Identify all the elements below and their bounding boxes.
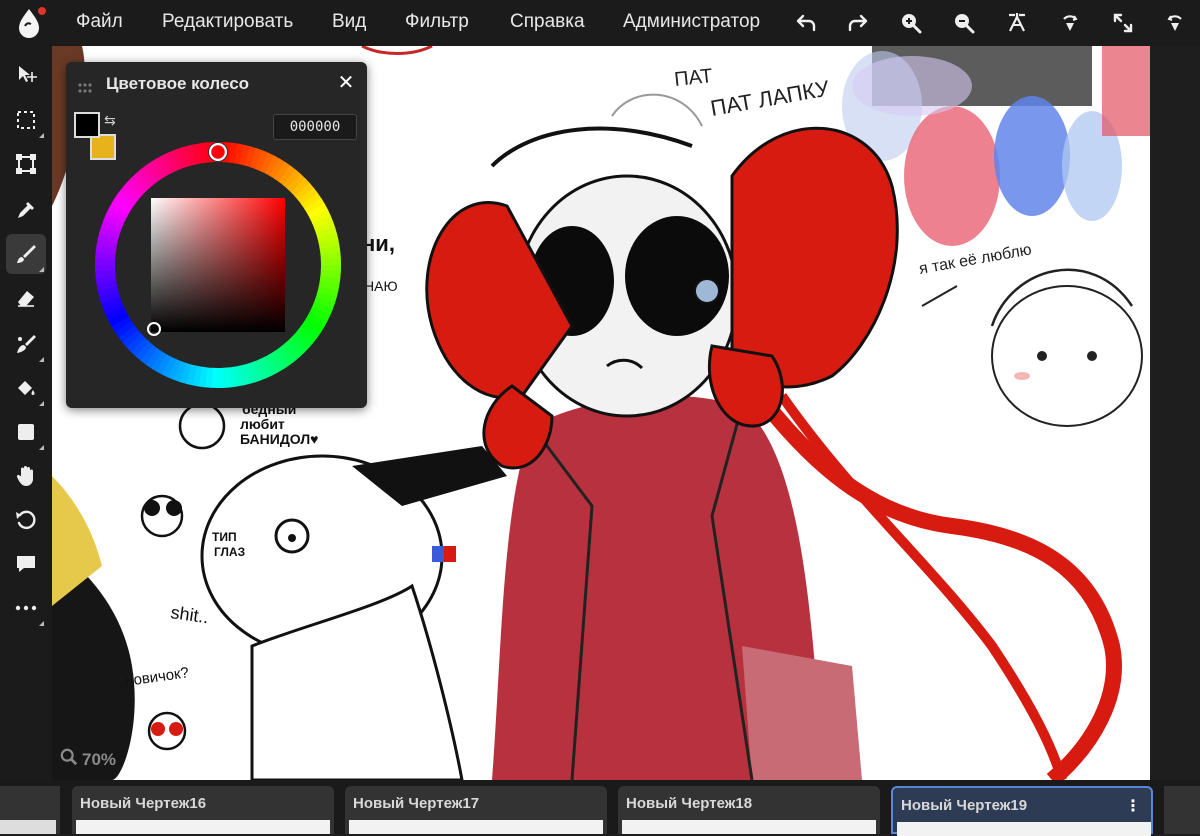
hand-rotate-icon[interactable] [1055, 8, 1085, 38]
tab-thumbnail [349, 820, 603, 834]
transform-icon[interactable] [6, 144, 46, 184]
redo-icon[interactable] [843, 8, 873, 38]
tab-thumbnail [622, 820, 876, 834]
menu-filter[interactable]: Фильтр [405, 0, 469, 46]
color-wheel[interactable] [90, 137, 346, 393]
close-icon[interactable]: ✕ [335, 72, 357, 94]
menu-edit[interactable]: Редактировать [162, 0, 293, 46]
zoom-level: 70% [82, 749, 117, 769]
menu-view[interactable]: Вид [332, 0, 366, 46]
tab-drawing-18[interactable]: Новый Чертеж18 [618, 786, 880, 834]
tab-menu-icon[interactable]: ⋮ [1125, 796, 1141, 816]
canvas-text-pat-lapku: ПАТ ЛАПКУ [709, 75, 833, 121]
selection-icon[interactable] [6, 100, 46, 140]
tab-label: Новый Чертеж18 [626, 795, 753, 812]
canvas-text-novichok: новичок? [124, 664, 190, 690]
hand-icon[interactable] [6, 456, 46, 496]
canvas-text-lyubit: любит [240, 416, 285, 432]
rotate-icon[interactable] [6, 500, 46, 540]
canvas-text-shit: shit.. [169, 602, 209, 627]
sketch-face-right [991, 285, 1143, 427]
menu-help[interactable]: Справка [510, 0, 585, 46]
canvas-text-ya-tak: я так её люблю [918, 241, 1033, 278]
shape-icon[interactable] [6, 412, 46, 452]
canvas-text-glaz: ГЛАЗ [214, 545, 245, 559]
tab-label: Новый Чертеж17 [353, 795, 480, 812]
color-wheel-panel: Цветовое колесо ✕ ⇆ 000000 [66, 62, 367, 408]
app-logo-icon[interactable] [12, 6, 46, 40]
canvas-text-pat: ПАТ [673, 65, 713, 91]
canvas-text-banidol: БАНИДОЛ♥ [240, 431, 318, 447]
canvas-text-nayu: НАЮ [364, 278, 398, 294]
menu-admin[interactable]: Администратор [623, 0, 760, 46]
zoom-out-icon[interactable] [949, 8, 979, 38]
menu-bar: Файл Редактировать Вид Фильтр Справка Ад… [0, 0, 1200, 46]
zoom-in-icon[interactable] [896, 8, 926, 38]
tab-thumbnail [76, 820, 330, 834]
left-toolbar [0, 46, 52, 834]
tab-label: Новый Чертеж16 [80, 795, 207, 812]
canvas-right-margin [1150, 46, 1200, 780]
tab-drawing-19[interactable]: Новый Чертеж19 ⋮ [891, 786, 1153, 836]
canvas-text-tip: ТИП [212, 530, 237, 544]
more-icon[interactable] [6, 588, 46, 628]
tab-label: Новый Чертеж19 [901, 797, 1028, 814]
rotate-view-icon[interactable] [1160, 8, 1190, 38]
eyedropper-icon[interactable] [6, 190, 46, 230]
undo-icon[interactable] [791, 8, 821, 38]
eraser-icon[interactable] [6, 278, 46, 318]
red-bow-right [730, 126, 899, 389]
tab-drawing-17[interactable]: Новый Чертеж17 [345, 786, 607, 834]
foreground-color-swatch[interactable] [74, 112, 100, 138]
tab-drawing-16[interactable]: Новый Чертеж16 [72, 786, 334, 834]
document-tabs: Новый Чертеж16 Новый Чертеж17 Новый Черт… [0, 780, 1200, 836]
menu-file[interactable]: Файл [76, 0, 123, 46]
tab-partial-left[interactable] [0, 786, 60, 834]
move-icon[interactable] [6, 54, 46, 94]
panel-title: Цветовое колесо [106, 74, 250, 93]
crop-icon[interactable] [1002, 8, 1032, 38]
swap-colors-icon[interactable]: ⇆ [104, 112, 116, 129]
fullscreen-icon[interactable] [1108, 8, 1138, 38]
comment-icon[interactable] [6, 544, 46, 584]
tab-partial-right[interactable] [1164, 786, 1200, 834]
magnifier-icon [60, 748, 78, 771]
brush-icon[interactable] [6, 234, 46, 274]
smudge-icon[interactable] [6, 324, 46, 364]
drag-handle-icon[interactable] [78, 80, 92, 93]
zoom-indicator[interactable]: 70% [60, 748, 116, 771]
fill-icon[interactable] [6, 368, 46, 408]
